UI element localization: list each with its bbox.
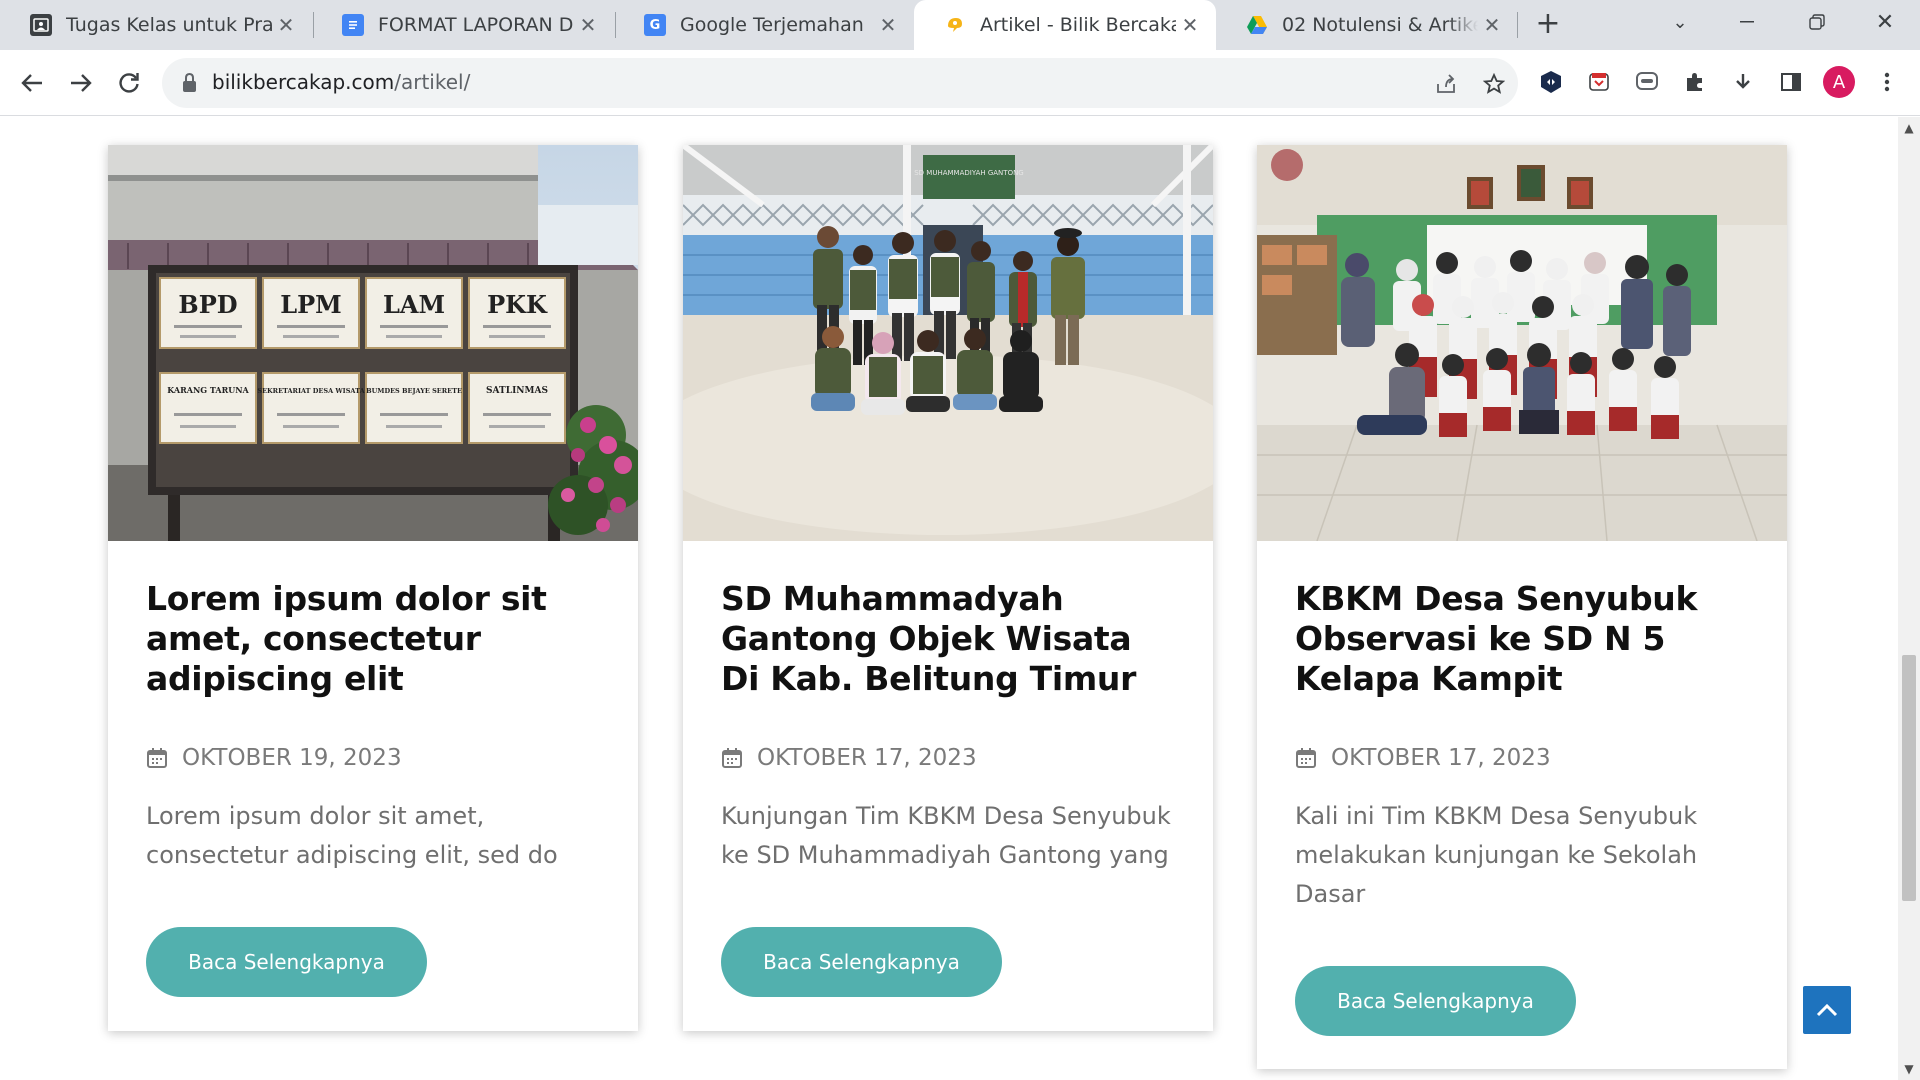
sign-bpd: BPD <box>178 290 237 319</box>
article-title[interactable]: KBKM Desa Senyubuk Observasi ke SD N 5 K… <box>1295 579 1749 699</box>
reload-button[interactable] <box>109 63 149 103</box>
new-tab-button[interactable]: + <box>1530 8 1566 44</box>
tab-search-icon[interactable]: ⌄ <box>1645 0 1715 44</box>
translate-icon: G <box>644 14 666 36</box>
classroom-group-photo <box>1257 145 1787 541</box>
lock-icon[interactable] <box>180 72 200 94</box>
close-icon[interactable]: ✕ <box>1176 13 1204 37</box>
article-title[interactable]: SD Muhammadyah Gantong Objek Wisata Di K… <box>721 579 1175 699</box>
extension-chat-icon[interactable] <box>1631 66 1663 98</box>
sign-lpm: LPM <box>280 290 342 319</box>
extension-shield-icon[interactable] <box>1535 66 1567 98</box>
article-card: KBKM Desa Senyubuk Observasi ke SD N 5 K… <box>1257 145 1787 1069</box>
tab-format-laporan[interactable]: FORMAT LAPORAN DBD ✕ <box>312 0 614 50</box>
forward-button[interactable] <box>61 63 101 103</box>
article-date: OKTOBER 19, 2023 <box>182 745 402 771</box>
school-sign: SD MUHAMMADIYAH GANTONG <box>914 169 1024 177</box>
sign-karang-taruna: KARANG TARUNA <box>167 385 249 395</box>
tab-title: FORMAT LAPORAN DBD <box>378 14 574 36</box>
sign-lam: LAM <box>383 290 445 319</box>
calendar-icon <box>722 748 742 768</box>
url-host: bilikbercakap.com <box>212 70 395 94</box>
docs-icon <box>342 14 364 36</box>
restore-icon[interactable] <box>1782 0 1852 44</box>
side-panel-icon[interactable] <box>1775 66 1807 98</box>
tab-separator <box>1517 12 1518 38</box>
download-icon[interactable] <box>1727 66 1759 98</box>
extension-pocket-icon[interactable] <box>1583 66 1615 98</box>
close-icon[interactable]: ✕ <box>574 13 602 37</box>
extensions-puzzle-icon[interactable] <box>1679 66 1711 98</box>
article-card: BPD LPM LAM PKK KARANG TARUNA SEKRETARIA… <box>108 145 638 1031</box>
page-scrollbar[interactable]: ▲ ▼ <box>1898 117 1920 1080</box>
article-date: OKTOBER 17, 2023 <box>757 745 977 771</box>
scrollbar-thumb[interactable] <box>1902 655 1916 901</box>
tab-title: 02 Notulensi & Artikel - G <box>1282 14 1478 36</box>
tab-classroom[interactable]: Tugas Kelas untuk Praktik ✕ <box>0 0 312 50</box>
article-thumbnail-school-group[interactable]: SD MUHAMMADIYAH GANTONG <box>683 145 1213 541</box>
drive-icon <box>1246 14 1268 36</box>
article-excerpt: Kunjungan Tim KBKM Desa Senyubuk ke SD M… <box>721 802 1171 869</box>
browser-toolbar: bilikbercakap.com/artikel/ <box>0 50 1920 116</box>
article-thumbnail-classroom-group[interactable] <box>1257 145 1787 541</box>
article-card: SD MUHAMMADIYAH GANTONG SD Muhammadyah G… <box>683 145 1213 1031</box>
classroom-icon <box>30 14 52 36</box>
calendar-icon <box>147 748 167 768</box>
close-icon[interactable]: ✕ <box>1478 13 1506 37</box>
back-to-top-button[interactable] <box>1803 986 1851 1034</box>
signboard-photo: BPD LPM LAM PKK KARANG TARUNA SEKRETARIA… <box>108 145 638 541</box>
read-more-button[interactable]: Baca Selengkapnya <box>721 927 1002 997</box>
scroll-down-arrow-icon[interactable]: ▼ <box>1898 1058 1920 1080</box>
chevron-up-icon <box>1816 1003 1838 1017</box>
page-viewport: BPD LPM LAM PKK KARANG TARUNA SEKRETARIA… <box>0 117 1898 1080</box>
url-path: /artikel/ <box>394 70 471 94</box>
address-bar[interactable]: bilikbercakap.com/artikel/ <box>162 58 1518 108</box>
close-icon[interactable]: ✕ <box>272 13 300 37</box>
minimize-icon[interactable] <box>1712 0 1782 44</box>
article-thumbnail-village-signboard[interactable]: BPD LPM LAM PKK KARANG TARUNA SEKRETARIA… <box>108 145 638 541</box>
tab-google-translate[interactable]: G Google Terjemahan ✕ <box>614 0 914 50</box>
scroll-up-arrow-icon[interactable]: ▲ <box>1898 117 1920 139</box>
tab-title: Google Terjemahan <box>680 14 864 36</box>
article-date-row: OKTOBER 17, 2023 <box>721 745 1175 771</box>
sign-pkk: PKK <box>487 290 548 319</box>
site-icon <box>944 14 966 36</box>
article-excerpt: Lorem ipsum dolor sit amet, consectetur … <box>146 802 558 869</box>
profile-avatar[interactable]: A <box>1823 66 1855 98</box>
article-date: OKTOBER 17, 2023 <box>1331 745 1551 771</box>
tab-strip: Tugas Kelas untuk Praktik ✕ FORMAT LAPOR… <box>0 0 1920 50</box>
calendar-icon <box>1296 748 1316 768</box>
menu-kebab-icon[interactable] <box>1871 66 1903 98</box>
bookmark-star-icon[interactable] <box>1480 70 1508 98</box>
sign-sekretariat: SEKRETARIAT DESA WISATA <box>257 387 365 395</box>
close-window-icon[interactable]: ✕ <box>1850 0 1920 44</box>
read-more-button[interactable]: Baca Selengkapnya <box>146 927 427 997</box>
sign-bumdes: BUMDES BEJAYE SERETE <box>366 387 462 395</box>
close-icon[interactable]: ✕ <box>874 13 902 37</box>
tab-artikel-active[interactable]: Artikel - Bilik Bercakap ✕ <box>914 0 1216 50</box>
tab-title: Artikel - Bilik Bercakap <box>980 14 1176 36</box>
article-date-row: OKTOBER 17, 2023 <box>1295 745 1749 771</box>
school-group-photo: SD MUHAMMADIYAH GANTONG <box>683 145 1213 541</box>
article-excerpt: Kali ini Tim KBKM Desa Senyubuk melakuka… <box>1295 802 1698 908</box>
sign-satlinmas: SATLINMAS <box>486 386 548 396</box>
url-text[interactable]: bilikbercakap.com/artikel/ <box>212 70 470 94</box>
read-more-button[interactable]: Baca Selengkapnya <box>1295 966 1576 1036</box>
share-icon[interactable] <box>1432 70 1460 98</box>
tab-notulensi[interactable]: 02 Notulensi & Artikel - G ✕ <box>1216 0 1518 50</box>
tab-title: Tugas Kelas untuk Praktik <box>66 14 272 36</box>
article-title[interactable]: Lorem ipsum dolor sit amet, consectetur … <box>146 579 600 699</box>
article-date-row: OKTOBER 19, 2023 <box>146 745 600 771</box>
back-button[interactable] <box>12 63 52 103</box>
